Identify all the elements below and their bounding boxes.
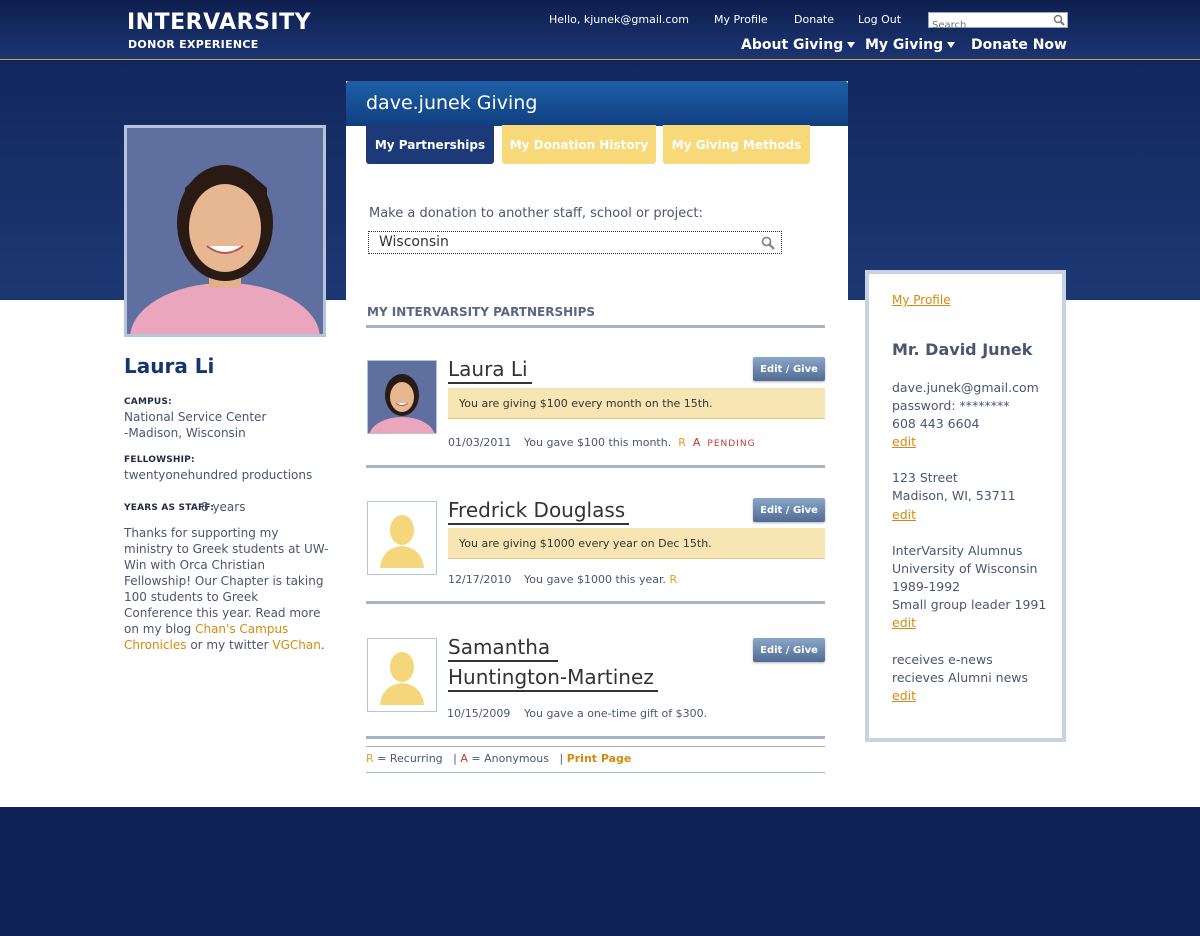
fellowship-value: twentyonehundred productions (124, 468, 313, 482)
donate-search-input[interactable]: Wisconsin (368, 231, 782, 254)
gift-note: You gave $1000 this year. R (524, 573, 677, 586)
edit-give-button[interactable]: Edit / Give (753, 498, 825, 522)
divider (366, 465, 825, 468)
site-search-input[interactable] (929, 18, 1047, 33)
divider (366, 736, 825, 739)
donor-phone: 608 443 6604 (892, 416, 980, 431)
campus-line-2: -Madison, Wisconsin (124, 426, 246, 440)
tab-my-giving-methods[interactable]: My Giving Methods (663, 125, 810, 164)
campus-label: CAMPUS: (124, 397, 172, 407)
divider (366, 772, 825, 773)
status-badge: PENDING (707, 439, 756, 449)
site-header: INTERVARSITY DONOR EXPERIENCE Hello, kju… (0, 0, 1200, 60)
partner-photo[interactable] (367, 360, 437, 434)
legend-r-text: = Recurring (377, 752, 443, 765)
chevron-down-icon (947, 42, 956, 48)
edit-contact-link[interactable]: edit (892, 433, 916, 451)
donor-city: Madison, WI, 53711 (892, 488, 1016, 503)
edit-give-button[interactable]: Edit / Give (753, 357, 825, 381)
donate-search-label: Make a donation to another staff, school… (369, 206, 703, 221)
my-profile-link[interactable]: My Profile (714, 13, 768, 26)
gift-note: You gave a one-time gift of $300. (524, 707, 708, 720)
logout-link[interactable]: Log Out (858, 13, 901, 26)
news-pref-2: recieves Alumni news (892, 670, 1029, 685)
search-icon[interactable] (761, 236, 775, 250)
avatar-silhouette-icon (368, 639, 436, 711)
avatar-silhouette-icon (368, 502, 436, 574)
partner-name-line-1[interactable]: Samantha (448, 634, 558, 662)
giving-summary: You are giving $1000 every year on Dec 1… (448, 528, 825, 559)
legend-a: A (460, 752, 468, 765)
fellowship-label: FELLOWSHIP: (124, 455, 195, 465)
nav-my-giving[interactable]: My Giving (865, 37, 956, 53)
bio-text: Thanks for supporting my ministry to Gre… (124, 526, 329, 636)
partner-name-line-2[interactable]: Huntington-Martinez (448, 664, 658, 692)
nav-my-giving-label: My Giving (865, 37, 944, 53)
nav-about-giving-label: About Giving (741, 37, 844, 53)
news-pref-1: receives e-news (892, 652, 993, 667)
edit-news-link[interactable]: edit (892, 687, 916, 705)
alumni-line-4: Small group leader 1991 (892, 597, 1047, 612)
chevron-down-icon (847, 42, 856, 48)
staff-bio: Thanks for supporting my ministry to Gre… (124, 525, 330, 653)
gift-date: 12/17/2010 (448, 573, 512, 586)
partner-name[interactable]: Laura Li (448, 356, 532, 384)
tab-my-partnerships[interactable]: My Partnerships (366, 125, 494, 164)
site-search (928, 12, 1068, 33)
donor-profile-card: My Profile Mr. David Junek dave.junek@gm… (865, 270, 1066, 742)
gift-date: 10/15/2009 (447, 707, 511, 720)
legend-r: R (366, 752, 374, 765)
donor-street: 123 Street (892, 470, 958, 485)
partner-name[interactable]: Fredrick Douglass (448, 497, 630, 525)
partner-photo-image (368, 361, 436, 433)
partnerships-heading: MY INTERVARSITY PARTNERSHIPS (367, 305, 596, 319)
nav-donate-now[interactable]: Donate Now (971, 37, 1067, 53)
panel-header: dave.junek Giving (346, 81, 848, 126)
donor-password: password: ******** (892, 398, 1010, 413)
gift-note-text: You gave $100 this month. (524, 436, 672, 449)
my-profile-link[interactable]: My Profile (892, 293, 951, 307)
greeting-text: Hello, kjunek@gmail.com (549, 13, 689, 26)
giving-summary: You are giving $100 every month on the 1… (448, 388, 825, 419)
bio-end: . (320, 638, 325, 652)
edit-alumni-link[interactable]: edit (892, 614, 916, 632)
print-page-link[interactable]: Print Page (567, 752, 632, 765)
donor-email: dave.junek@gmail.com (892, 380, 1039, 395)
bio-text-2: or my twitter (186, 638, 273, 652)
gift-note: You gave $100 this month. R A PENDING (524, 436, 756, 449)
divider (366, 325, 825, 328)
recurring-flag: R (669, 573, 678, 586)
campus-line-1: National Service Center (124, 410, 267, 424)
donor-name: Mr. David Junek (892, 340, 1033, 359)
gift-note-text: You gave $1000 this year. (524, 573, 667, 586)
search-icon[interactable] (1053, 14, 1065, 26)
partner-photo-placeholder[interactable] (367, 501, 437, 575)
staff-name: Laura Li (124, 354, 215, 378)
alumni-line-3: 1989-1992 (892, 579, 961, 594)
alumni-line-1: InterVarsity Alumnus (892, 543, 1023, 558)
legend-a-text: = Anonymous (471, 752, 549, 765)
profile-photo-image (127, 128, 323, 334)
nav-about-giving[interactable]: About Giving (741, 37, 856, 53)
years-value: 8 years (201, 500, 246, 514)
legend: R = Recurring | A = Anonymous | Print Pa… (366, 752, 632, 765)
tab-my-donation-history[interactable]: My Donation History (502, 125, 656, 164)
twitter-link[interactable]: VGChan (272, 638, 320, 652)
gift-date: 01/03/2011 (448, 436, 512, 449)
donate-search-value: Wisconsin (379, 234, 449, 250)
divider (366, 746, 825, 747)
edit-give-button[interactable]: Edit / Give (753, 638, 825, 662)
site-footer (0, 807, 1200, 936)
donate-link[interactable]: Donate (794, 13, 834, 26)
recurring-flag: R (678, 436, 686, 449)
site-logo[interactable]: INTERVARSITY (127, 10, 311, 35)
alumni-line-2: University of Wisconsin (892, 561, 1038, 576)
panel-title: dave.junek Giving (366, 92, 538, 114)
divider (366, 601, 825, 604)
profile-photo (124, 125, 326, 337)
anonymous-flag: A (692, 436, 701, 449)
site-logo-subtitle: DONOR EXPERIENCE (128, 38, 259, 51)
edit-address-link[interactable]: edit (892, 506, 916, 524)
partner-photo-placeholder[interactable] (367, 638, 437, 712)
